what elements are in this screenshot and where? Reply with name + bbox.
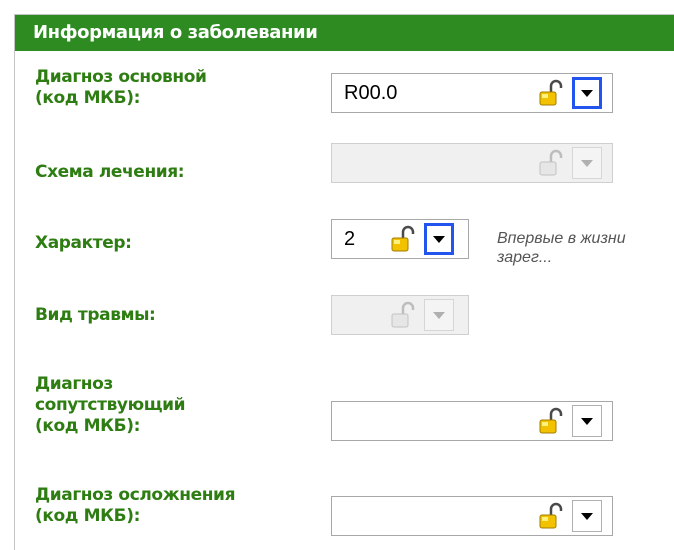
padlock-open-icon [538, 149, 564, 177]
complication-diagnosis-label: Диагноз осложнения (код МКБ): [35, 485, 235, 527]
character-field[interactable]: 2 [331, 219, 469, 259]
section-header: Информация о заболевании [15, 15, 674, 51]
chevron-down-icon [433, 236, 445, 243]
treatment-scheme-dropdown-button [572, 147, 602, 179]
character-value: 2 [344, 228, 356, 250]
main-diagnosis-dropdown-button[interactable] [572, 77, 602, 109]
chevron-down-icon [433, 312, 445, 319]
chevron-down-icon [581, 418, 593, 425]
complication-diagnosis-field[interactable] [331, 496, 613, 536]
padlock-open-icon[interactable] [538, 407, 564, 435]
main-diagnosis-label-line2: (код МКБ): [35, 88, 140, 108]
complication-diagnosis-label-line1: Диагноз осложнения [35, 485, 236, 505]
main-diagnosis-value: R00.0 [344, 82, 398, 104]
main-diagnosis-label-line1: Диагноз основной [35, 67, 207, 87]
injury-type-field [331, 295, 469, 335]
character-label: Характер: [35, 233, 132, 253]
character-description: Впервые в жизни зарег... [497, 230, 626, 266]
disease-info-panel: Информация о заболевании Диагноз основно… [14, 14, 674, 550]
complication-diagnosis-label-line2: (код МКБ): [35, 506, 140, 526]
complication-diagnosis-dropdown-button[interactable] [572, 500, 602, 532]
injury-type-label: Вид травмы: [35, 305, 156, 325]
padlock-open-icon[interactable] [390, 225, 416, 253]
concomitant-diagnosis-field[interactable] [331, 401, 613, 441]
main-diagnosis-field[interactable]: R00.0 [331, 73, 613, 113]
treatment-scheme-label: Схема лечения: [35, 162, 185, 182]
concomitant-diagnosis-dropdown-button[interactable] [572, 405, 602, 437]
chevron-down-icon [581, 513, 593, 520]
chevron-down-icon [581, 160, 593, 167]
padlock-open-icon [390, 301, 416, 329]
injury-type-dropdown-button [424, 299, 454, 331]
concomitant-diagnosis-label-line3: (код МКБ): [35, 416, 140, 436]
concomitant-diagnosis-label: Диагноз сопутствующий (код МКБ): [35, 374, 186, 437]
concomitant-diagnosis-label-line2: сопутствующий [35, 395, 186, 415]
padlock-open-icon[interactable] [538, 502, 564, 530]
padlock-open-icon[interactable] [538, 79, 564, 107]
chevron-down-icon [581, 90, 593, 97]
character-dropdown-button[interactable] [424, 223, 454, 255]
main-diagnosis-label: Диагноз основной (код МКБ): [35, 67, 207, 109]
concomitant-diagnosis-label-line1: Диагноз [35, 374, 113, 394]
treatment-scheme-field [331, 143, 613, 183]
